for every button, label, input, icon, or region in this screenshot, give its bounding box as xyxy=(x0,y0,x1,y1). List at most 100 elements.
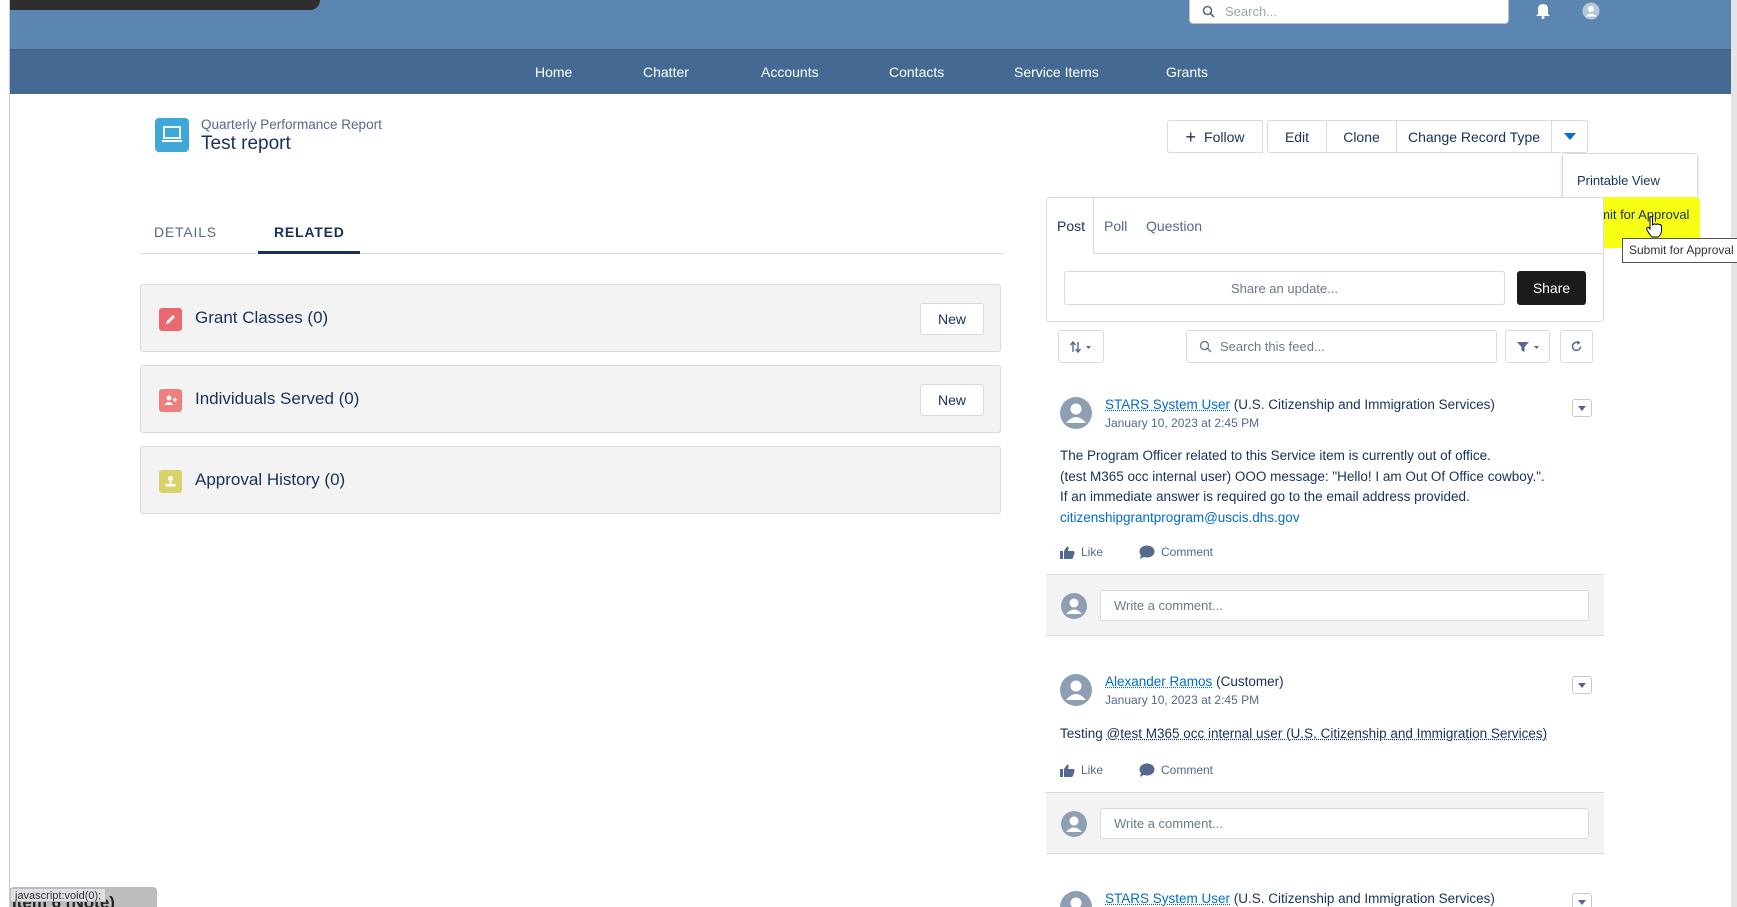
post-body-text: Testing xyxy=(1060,726,1107,741)
post-author-link[interactable]: Alexander Ramos xyxy=(1105,674,1212,689)
post-body: The Program Officer related to this Serv… xyxy=(1060,446,1545,528)
nav-accounts[interactable]: Accounts xyxy=(761,50,819,95)
report-icon xyxy=(155,118,189,152)
browser-status-url: javascript:void(0); xyxy=(10,888,107,902)
filter-feed-button[interactable] xyxy=(1505,330,1550,363)
comment-button[interactable]: Comment xyxy=(1139,763,1213,777)
post-timestamp[interactable]: January 10, 2023 at 2:45 PM xyxy=(1105,416,1259,430)
user-avatar-icon[interactable] xyxy=(1581,2,1601,20)
write-comment-input[interactable]: Write a comment... xyxy=(1100,808,1589,839)
global-search-placeholder: Search... xyxy=(1225,4,1278,19)
related-list-title[interactable]: Grant Classes (0) xyxy=(195,308,328,328)
follow-label: Follow xyxy=(1204,128,1245,145)
chevron-down-icon xyxy=(1578,405,1586,411)
post-author-org: (U.S. Citizenship and Immigration Servic… xyxy=(1233,891,1495,906)
search-icon xyxy=(1202,5,1215,18)
bell-icon[interactable] xyxy=(1533,2,1553,20)
post-menu-button[interactable] xyxy=(1572,676,1592,694)
filter-icon xyxy=(1516,341,1539,352)
publisher-divider xyxy=(1093,253,1603,254)
like-button[interactable]: Like xyxy=(1060,763,1103,777)
post-email-link[interactable]: citizenshipgrantprogram@uscis.dhs.gov xyxy=(1060,508,1545,529)
navigation-bar: Home Chatter Accounts Contacts Service I… xyxy=(10,49,1731,94)
scrollbar[interactable] xyxy=(1731,0,1737,907)
more-actions-button[interactable] xyxy=(1551,120,1588,153)
menu-item-printable-view[interactable]: Printable View xyxy=(1563,166,1699,196)
related-list-individuals-served: Individuals Served (0) New xyxy=(140,365,1001,433)
chevron-down-icon xyxy=(1578,682,1586,688)
tab-details[interactable]: DETAILS xyxy=(154,224,217,240)
user-avatar-icon[interactable] xyxy=(1060,891,1092,907)
post-author-line: STARS System User (U.S. Citizenship and … xyxy=(1105,891,1495,906)
search-icon xyxy=(1199,340,1212,353)
record-tabs: DETAILS RELATED xyxy=(140,215,1004,254)
active-tab-indicator xyxy=(258,251,360,254)
window-left-edge xyxy=(0,0,10,907)
edit-button[interactable]: Edit xyxy=(1267,120,1327,153)
publisher-tabs: Post Poll Question xyxy=(1047,198,1603,253)
share-update-placeholder: Share an update... xyxy=(1231,280,1338,296)
related-list-title[interactable]: Approval History (0) xyxy=(195,470,345,490)
pencil-icon xyxy=(159,308,182,331)
hand-cursor-icon xyxy=(1646,216,1662,238)
publisher-tab-poll[interactable]: Poll xyxy=(1104,218,1127,234)
write-comment-input[interactable]: Write a comment... xyxy=(1100,590,1589,621)
post-author-link[interactable]: STARS System User xyxy=(1105,397,1230,412)
refresh-feed-button[interactable] xyxy=(1560,330,1593,363)
plus-icon: + xyxy=(1185,126,1197,147)
related-list-grant-classes: Grant Classes (0) New xyxy=(140,284,1001,352)
record-name: Test report xyxy=(201,133,291,154)
comment-area: Write a comment... xyxy=(1046,792,1604,854)
post-menu-button[interactable] xyxy=(1572,399,1592,417)
publisher-tab-post[interactable]: Post xyxy=(1057,218,1085,234)
global-search-input[interactable]: Search... xyxy=(1189,0,1509,24)
chevron-down-icon xyxy=(1563,132,1576,140)
nav-grants[interactable]: Grants xyxy=(1166,50,1208,95)
share-update-input[interactable]: Share an update... xyxy=(1064,271,1505,305)
clone-button[interactable]: Clone xyxy=(1326,120,1397,153)
feed-post: Alexander Ramos (Customer) January 10, 2… xyxy=(1046,674,1604,874)
tooltip-submit-for-approval: Submit for Approval xyxy=(1622,238,1737,263)
nav-home[interactable]: Home xyxy=(535,50,572,95)
feed-post: STARS System User (U.S. Citizenship and … xyxy=(1046,891,1604,907)
post-mention-link[interactable]: @test M365 occ internal user (U.S. Citiz… xyxy=(1107,726,1548,741)
publisher-tab-question[interactable]: Question xyxy=(1146,218,1202,234)
feed-search-input[interactable]: Search this feed... xyxy=(1186,330,1497,363)
nav-chatter[interactable]: Chatter xyxy=(643,50,689,95)
sort-icon xyxy=(1070,340,1091,353)
grant-classes-new-button[interactable]: New xyxy=(920,303,984,335)
nav-contacts[interactable]: Contacts xyxy=(889,50,944,95)
comment-label: Comment xyxy=(1161,545,1214,559)
post-author-link[interactable]: STARS System User xyxy=(1105,891,1230,906)
publisher-tab-divider xyxy=(1093,198,1094,253)
record-actions: + Follow Edit Clone Change Record Type xyxy=(1167,120,1588,153)
feed-search-placeholder: Search this feed... xyxy=(1220,339,1325,354)
comment-button[interactable]: Comment xyxy=(1139,545,1213,559)
related-list-title[interactable]: Individuals Served (0) xyxy=(195,389,359,409)
like-label: Like xyxy=(1081,545,1104,559)
current-user-avatar-icon xyxy=(1061,593,1087,619)
tab-related[interactable]: RELATED xyxy=(274,224,345,240)
post-timestamp[interactable]: January 10, 2023 at 2:45 PM xyxy=(1105,693,1259,707)
post-author-org: (U.S. Citizenship and Immigration Servic… xyxy=(1233,397,1495,412)
post-body-line: The Program Officer related to this Serv… xyxy=(1060,448,1491,463)
like-label: Like xyxy=(1081,763,1104,777)
sort-feed-button[interactable] xyxy=(1058,330,1104,363)
like-button[interactable]: Like xyxy=(1060,545,1103,559)
post-author-line: Alexander Ramos (Customer) xyxy=(1105,674,1284,689)
change-record-type-button[interactable]: Change Record Type xyxy=(1396,120,1552,153)
contacts-icon xyxy=(159,389,182,412)
user-avatar-icon[interactable] xyxy=(1060,674,1092,706)
record-type-label: Quarterly Performance Report xyxy=(201,117,382,132)
follow-button[interactable]: + Follow xyxy=(1167,120,1263,153)
user-avatar-icon[interactable] xyxy=(1060,397,1092,429)
comment-label: Comment xyxy=(1161,763,1214,777)
post-body-line: If an immediate answer is required go to… xyxy=(1060,489,1470,504)
related-list-approval-history: Approval History (0) xyxy=(140,446,1001,514)
individuals-served-new-button[interactable]: New xyxy=(920,384,984,416)
post-author-line: STARS System User (U.S. Citizenship and … xyxy=(1105,397,1495,412)
nav-service-items[interactable]: Service Items xyxy=(1014,50,1099,95)
thumbs-up-icon xyxy=(1060,764,1075,777)
post-menu-button[interactable] xyxy=(1572,893,1592,907)
share-button[interactable]: Share xyxy=(1517,271,1586,305)
